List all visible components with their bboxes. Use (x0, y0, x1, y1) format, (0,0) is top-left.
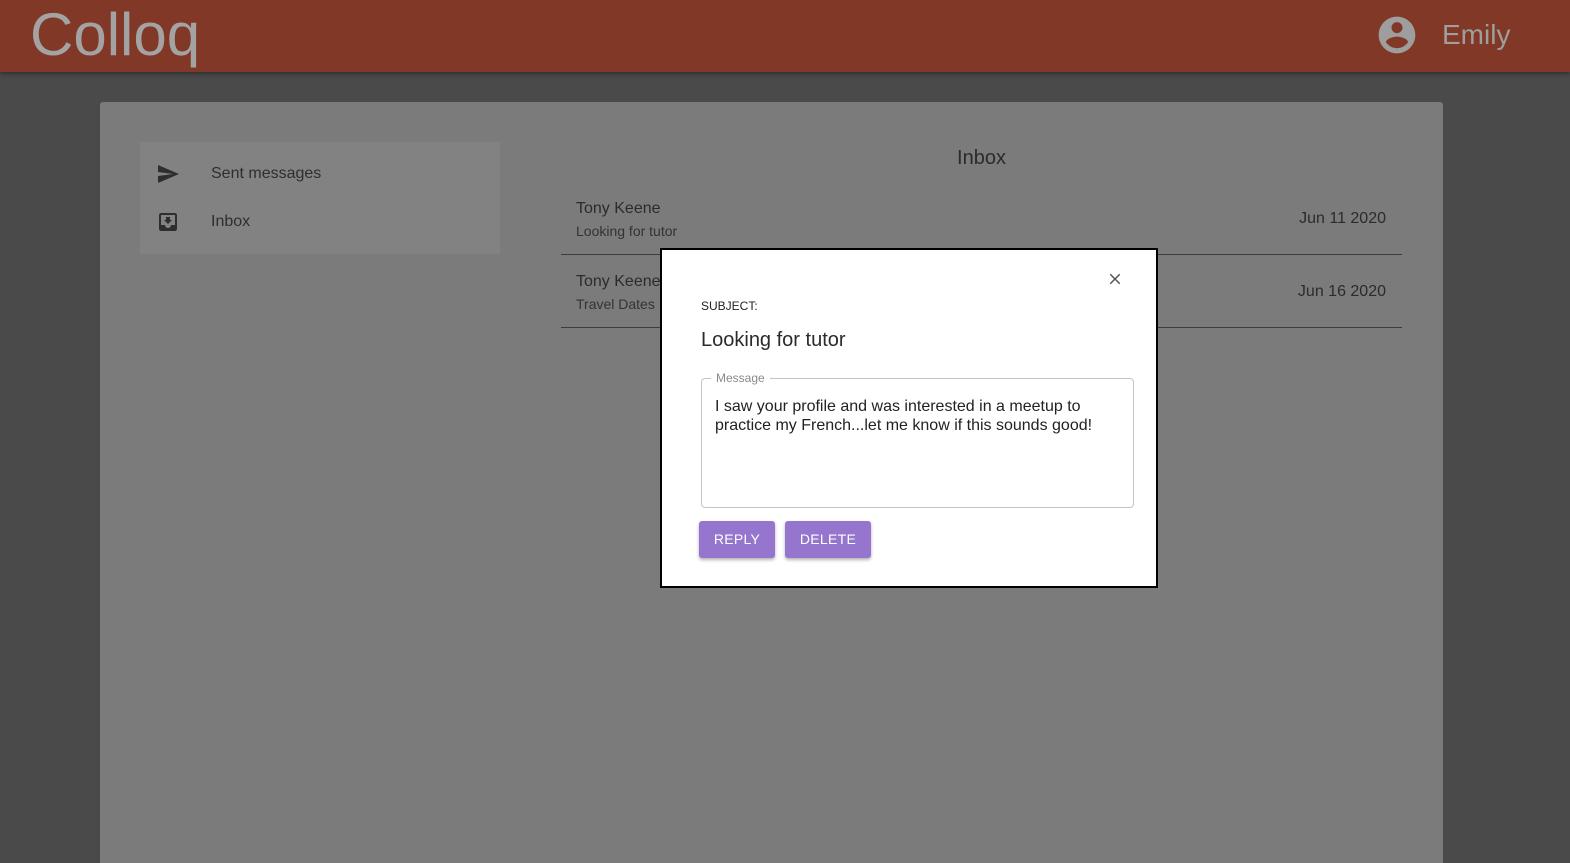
reply-button[interactable]: REPLY (699, 521, 775, 558)
sidebar-item-label: Inbox (211, 213, 251, 230)
message-sender: Tony Keene (576, 273, 661, 290)
message-field-label: Message (711, 370, 770, 386)
message-subject: Travel Dates (576, 296, 655, 312)
message-field[interactable]: Message I saw your profile and was inter… (701, 370, 1134, 508)
message-dialog: SUBJECT: Looking for tutor Message I saw… (660, 248, 1158, 588)
sidebar-item-label: Sent messages (211, 165, 322, 182)
message-body[interactable]: I saw your profile and was interested in… (715, 397, 1120, 435)
inbox-icon (159, 213, 177, 231)
username[interactable]: Emily (1442, 18, 1510, 52)
subject-label: SUBJECT: (701, 299, 758, 313)
sidebar-item-sent-messages[interactable]: Sent messages (140, 150, 500, 198)
message-date: Jun 11 2020 (1299, 210, 1386, 227)
list-item[interactable]: Tony Keene Looking for tutor Jun 11 2020 (561, 182, 1402, 255)
message-date: Jun 16 2020 (1297, 283, 1386, 300)
sidebar: Sent messages Inbox (140, 142, 500, 254)
inbox-title: Inbox (957, 147, 1006, 169)
message-subject: Looking for tutor (576, 223, 678, 239)
subject-value: Looking for tutor (701, 329, 846, 351)
sidebar-item-inbox[interactable]: Inbox (140, 198, 500, 246)
close-icon[interactable] (1106, 270, 1124, 288)
app-header: Colloq Emily (0, 0, 1570, 72)
app-logo[interactable]: Colloq (30, 2, 200, 68)
delete-button[interactable]: DELETE (785, 521, 871, 558)
send-icon (158, 165, 179, 183)
account-circle-icon[interactable] (1375, 13, 1419, 57)
message-sender: Tony Keene (576, 200, 661, 217)
